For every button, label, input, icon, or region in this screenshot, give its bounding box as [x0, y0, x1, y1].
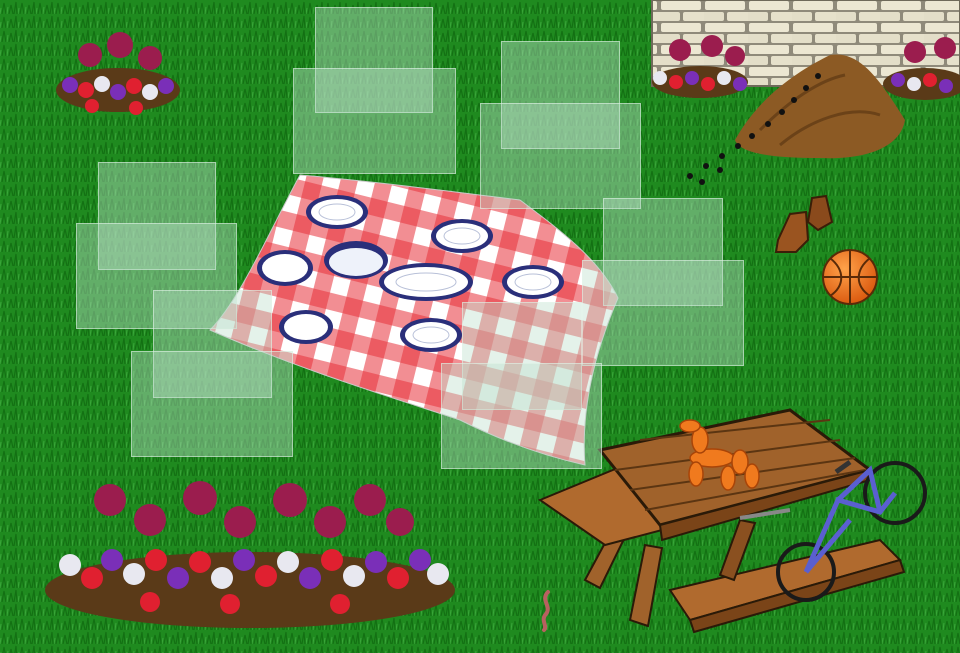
hidden-slot-10[interactable]	[131, 351, 293, 457]
hidden-slot-4[interactable]	[480, 103, 641, 209]
picnic-scene	[0, 0, 960, 653]
plate	[400, 318, 462, 352]
hidden-slot-2[interactable]	[293, 68, 456, 174]
plate	[379, 263, 473, 301]
plate	[257, 250, 313, 286]
hidden-slot-8[interactable]	[582, 260, 744, 366]
basketball	[822, 249, 878, 305]
hidden-slot-12[interactable]	[441, 363, 602, 469]
plate	[502, 265, 564, 299]
plate	[306, 195, 368, 229]
plate	[279, 310, 333, 344]
plate	[431, 219, 493, 253]
plate	[324, 241, 388, 279]
